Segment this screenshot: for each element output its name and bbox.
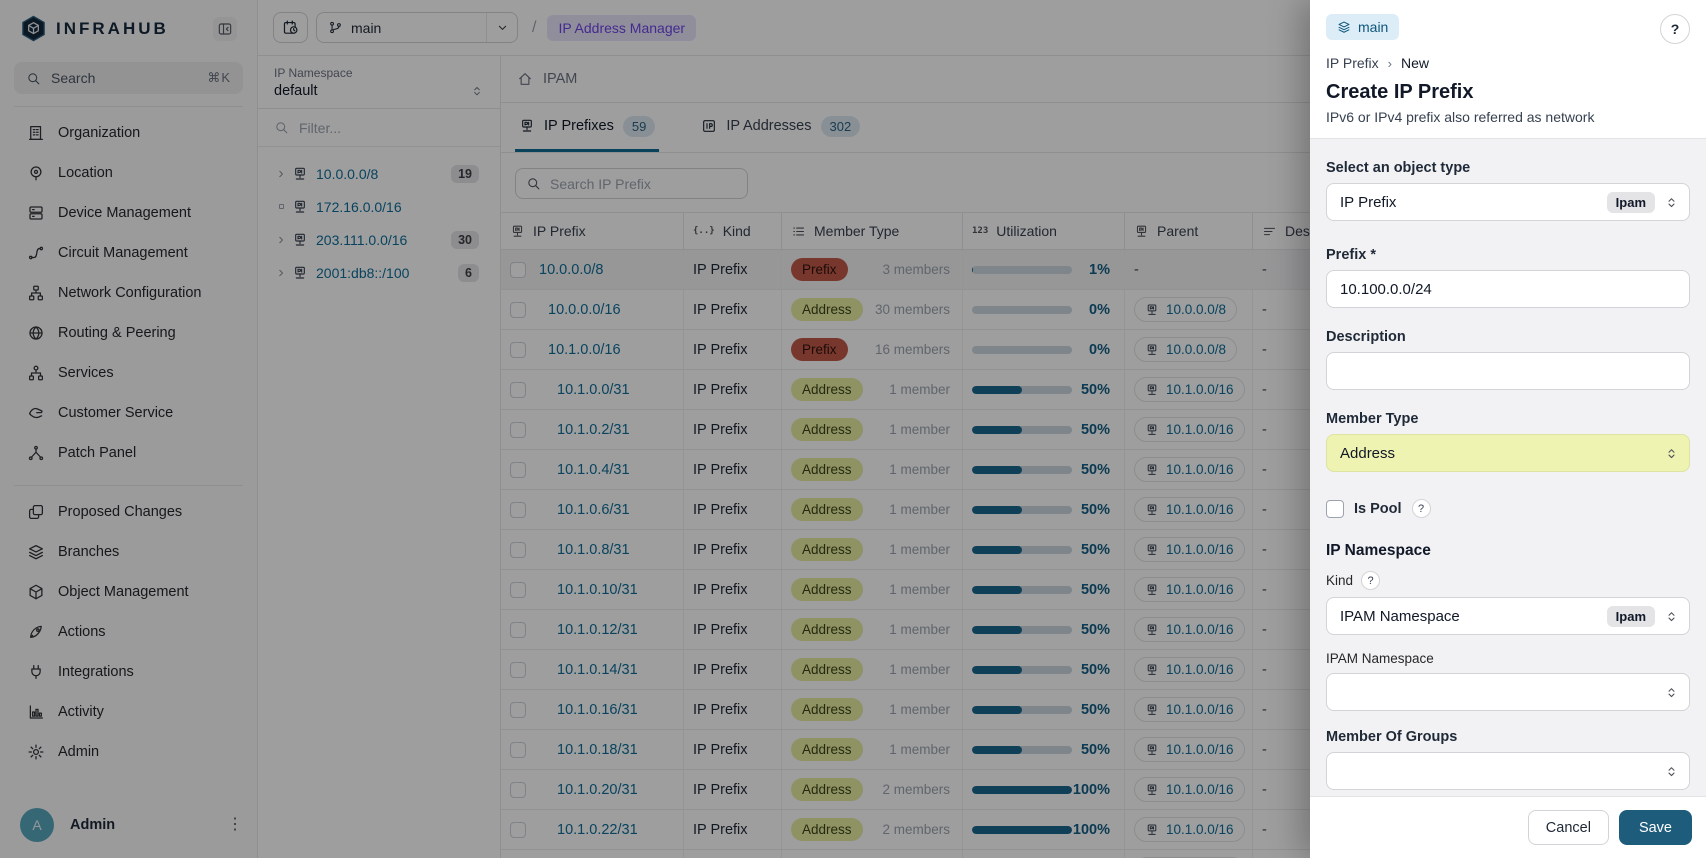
layers-icon (1337, 20, 1351, 34)
branch-badge-label: main (1358, 19, 1388, 35)
prefix-input[interactable] (1326, 270, 1690, 308)
kind-label: Kind ? (1326, 571, 1690, 590)
chevron-updown-icon (1664, 764, 1679, 779)
ip-namespace-heading: IP Namespace (1326, 542, 1690, 560)
member-type-select[interactable]: Address (1326, 434, 1690, 472)
member-of-groups-select[interactable] (1326, 752, 1690, 790)
drawer-header: main ? IP Prefix › New Create IP Prefix … (1310, 0, 1706, 138)
is-pool-help-icon[interactable]: ? (1412, 499, 1431, 518)
drawer-form: Select an object type IP Prefix Ipam Pre… (1310, 138, 1706, 797)
kind-value: IPAM Namespace (1340, 608, 1607, 625)
description-input[interactable] (1326, 352, 1690, 390)
object-type-label: Select an object type (1326, 160, 1690, 176)
kind-select[interactable]: IPAM Namespace Ipam (1326, 597, 1690, 635)
breadcrumb-current: New (1401, 55, 1429, 71)
cancel-button[interactable]: Cancel (1528, 810, 1609, 845)
is-pool-checkbox[interactable] (1326, 500, 1344, 518)
chevron-updown-icon (1664, 609, 1679, 624)
ipam-tag: Ipam (1607, 192, 1655, 213)
breadcrumb-chevron: › (1388, 56, 1392, 71)
kind-label-text: Kind (1326, 573, 1353, 588)
is-pool-label: Is Pool (1354, 501, 1402, 517)
breadcrumb-parent[interactable]: IP Prefix (1326, 55, 1379, 71)
kind-help-icon[interactable]: ? (1361, 571, 1380, 590)
drawer-subtitle: IPv6 or IPv4 prefix also referred as net… (1326, 109, 1690, 125)
ipam-tag: Ipam (1607, 606, 1655, 627)
app-window: INFRAHUB Search ⌘K Organization Location… (0, 0, 1706, 858)
branch-badge: main (1326, 14, 1399, 40)
drawer-breadcrumb: IP Prefix › New (1326, 55, 1690, 71)
member-of-groups-label: Member Of Groups (1326, 729, 1690, 745)
chevron-updown-icon (1664, 685, 1679, 700)
object-type-value: IP Prefix (1340, 194, 1607, 211)
member-type-label: Member Type (1326, 411, 1690, 427)
description-label: Description (1326, 329, 1690, 345)
drawer-footer: Cancel Save (1310, 797, 1706, 858)
help-button[interactable]: ? (1660, 14, 1690, 44)
chevron-updown-icon (1664, 195, 1679, 210)
save-button[interactable]: Save (1619, 810, 1692, 845)
chevron-updown-icon (1664, 446, 1679, 461)
is-pool-row: Is Pool ? (1326, 499, 1690, 518)
modal-overlay[interactable] (0, 0, 1310, 858)
create-ip-prefix-drawer: main ? IP Prefix › New Create IP Prefix … (1310, 0, 1706, 858)
prefix-label: Prefix * (1326, 247, 1690, 263)
ipam-namespace-select[interactable] (1326, 673, 1690, 711)
object-type-select[interactable]: IP Prefix Ipam (1326, 183, 1690, 221)
drawer-title: Create IP Prefix (1326, 81, 1690, 104)
ipam-namespace-label: IPAM Namespace (1326, 651, 1690, 666)
member-type-value: Address (1340, 445, 1664, 462)
